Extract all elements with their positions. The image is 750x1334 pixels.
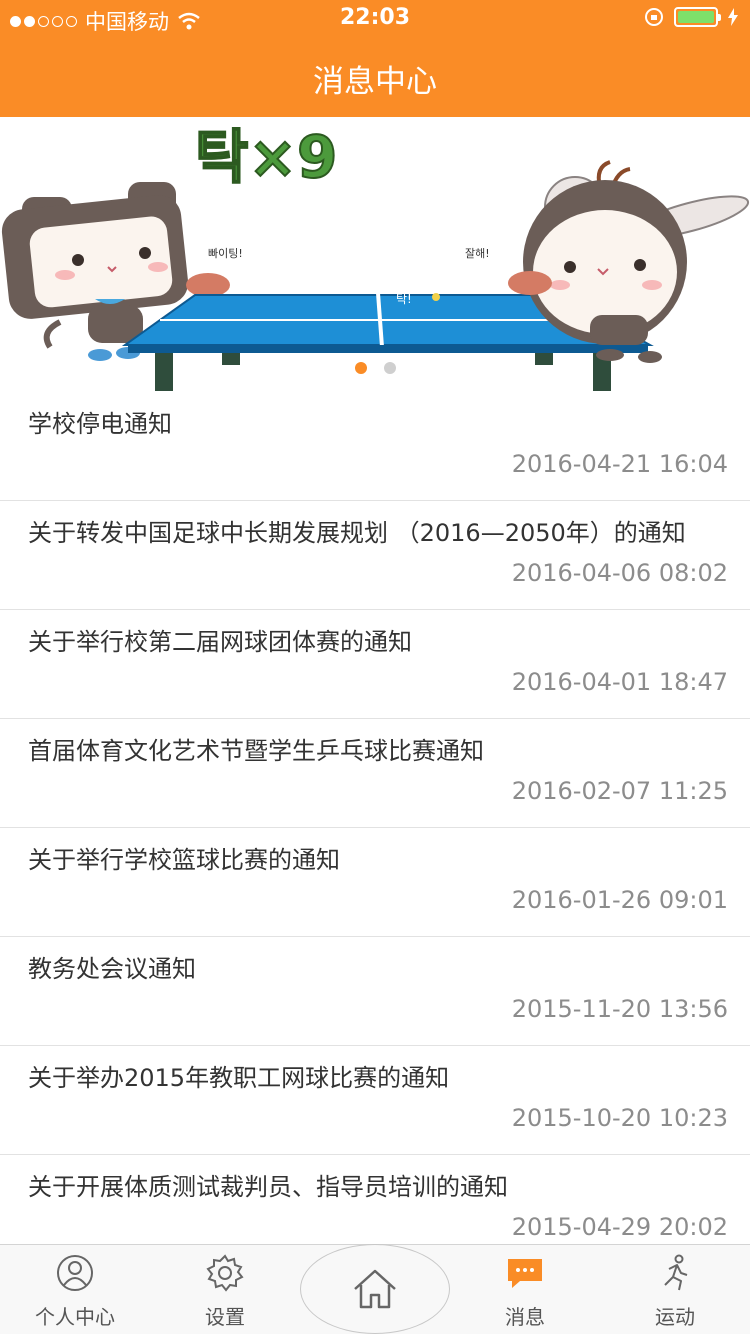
message-time: 2015-04-29 20:02: [511, 1213, 728, 1241]
message-time: 2016-01-26 09:01: [511, 886, 728, 914]
message-time: 2016-04-01 18:47: [511, 668, 728, 696]
tab-settings[interactable]: 设置: [150, 1245, 300, 1334]
tab-label: 消息: [505, 1305, 545, 1329]
tab-label: 个人中心: [35, 1305, 115, 1329]
app-header: 中国移动 22:03 消息中心: [0, 0, 750, 117]
message-title: 关于举行学校篮球比赛的通知: [28, 846, 340, 874]
message-item[interactable]: 学校停电通知 2016-04-21 16:04: [0, 392, 750, 501]
carousel-dot[interactable]: [354, 362, 367, 374]
orientation-lock-icon: [645, 8, 663, 26]
message-item[interactable]: 关于举办2015年教职工网球比赛的通知 2015-10-20 10:23: [0, 1046, 750, 1155]
tab-messages[interactable]: 消息: [450, 1245, 600, 1334]
carousel-dot[interactable]: [383, 362, 396, 374]
home-icon: [354, 1269, 396, 1309]
gear-icon: [206, 1254, 244, 1292]
charging-icon: [728, 8, 738, 26]
carousel-indicator: [0, 362, 750, 374]
left-speech: 빠이팅!: [208, 247, 243, 260]
message-item[interactable]: 关于举行校第二届网球团体赛的通知 2016-04-01 18:47: [0, 610, 750, 719]
message-icon: [508, 1259, 542, 1288]
message-item[interactable]: 关于转发中国足球中长期发展规划 （2016—2050年）的通知 2016-04-…: [0, 501, 750, 610]
banner-text: 탁×9: [195, 123, 337, 191]
right-speech: 잘해!: [465, 246, 490, 260]
status-bar: 中国移动 22:03: [0, 0, 750, 38]
message-title: 首届体育文化艺术节暨学生乒乓球比赛通知: [28, 737, 484, 765]
message-time: 2016-04-06 08:02: [511, 559, 728, 587]
message-title: 学校停电通知: [28, 410, 172, 438]
page-title: 消息中心: [313, 64, 437, 100]
tab-label: 设置: [205, 1305, 245, 1329]
tab-label: 运动: [655, 1305, 695, 1329]
clock: 22:03: [339, 5, 411, 30]
message-item[interactable]: 首届体育文化艺术节暨学生乒乓球比赛通知 2016-02-07 11:25: [0, 719, 750, 828]
message-title: 关于开展体质测试裁判员、指导员培训的通知: [28, 1173, 508, 1201]
message-title: 关于举行校第二届网球团体赛的通知: [28, 628, 412, 656]
message-title: 关于转发中国足球中长期发展规划 （2016—2050年）的通知: [28, 519, 686, 547]
tab-sport[interactable]: 运动: [600, 1245, 750, 1334]
battery-icon: [674, 7, 721, 27]
user-icon: [57, 1255, 93, 1291]
banner-carousel[interactable]: 탁×9 빠이팅! 탁! 잘해!: [0, 117, 750, 392]
message-item[interactable]: 教务处会议通知 2015-11-20 13:56: [0, 937, 750, 1046]
home-button[interactable]: [300, 1244, 450, 1334]
message-title: 关于举办2015年教职工网球比赛的通知: [28, 1064, 450, 1092]
message-time: 2015-11-20 13:56: [511, 995, 728, 1023]
tab-personal-center[interactable]: 个人中心: [0, 1245, 150, 1334]
message-list: 学校停电通知 2016-04-21 16:04 关于转发中国足球中长期发展规划 …: [0, 392, 750, 1264]
message-item[interactable]: 关于举行学校篮球比赛的通知 2016-01-26 09:01: [0, 828, 750, 937]
message-time: 2016-02-07 11:25: [511, 777, 728, 805]
message-title: 教务处会议通知: [28, 955, 196, 983]
banner-illustration: 탁×9 빠이팅! 탁! 잘해!: [1, 122, 750, 391]
message-time: 2015-10-20 10:23: [511, 1104, 728, 1132]
net-text: 탁!: [396, 292, 412, 306]
message-time: 2016-04-21 16:04: [511, 450, 728, 478]
running-icon: [664, 1254, 688, 1291]
